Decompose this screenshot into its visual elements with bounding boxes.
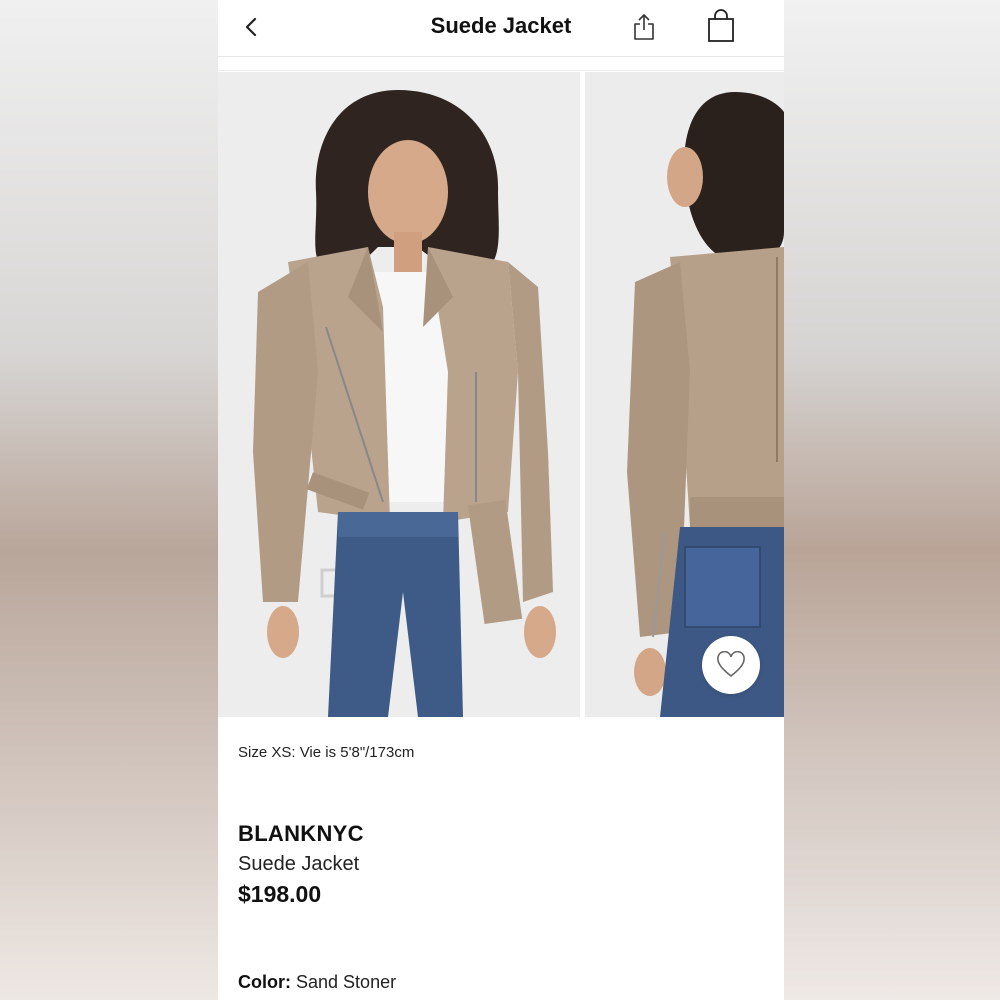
color-selector[interactable]: Color: Sand Stoner (238, 972, 396, 993)
product-name: Suede Jacket (238, 853, 360, 875)
background-left (0, 0, 218, 1000)
share-icon (634, 14, 654, 40)
model-front-illustration (218, 72, 580, 717)
heart-icon (717, 651, 745, 678)
shopping-bag-button[interactable] (704, 8, 738, 44)
top-nav-bar: Suede Jacket (218, 0, 784, 57)
product-image-gallery[interactable] (218, 72, 784, 717)
share-button[interactable] (630, 10, 658, 44)
product-image-front[interactable] (218, 72, 580, 717)
color-value: Sand Stoner (296, 972, 397, 992)
product-image-back[interactable] (585, 72, 784, 717)
shopping-bag-icon (708, 9, 734, 42)
model-size-note: Size XS: Vie is 5'8"/173cm (238, 744, 415, 761)
page-title: Suede Jacket (430, 13, 572, 38)
model-back-illustration (585, 72, 784, 717)
favorite-button[interactable] (702, 636, 760, 694)
color-label: Color: (238, 972, 291, 992)
brand-name[interactable]: BLANKNYC (238, 821, 364, 847)
background-right (784, 0, 1000, 1000)
product-page: Suede Jacket Size XS: Vie is 5'8"/173cm … (218, 0, 784, 1000)
product-price: $198.00 (238, 881, 322, 907)
header-divider (218, 70, 784, 71)
